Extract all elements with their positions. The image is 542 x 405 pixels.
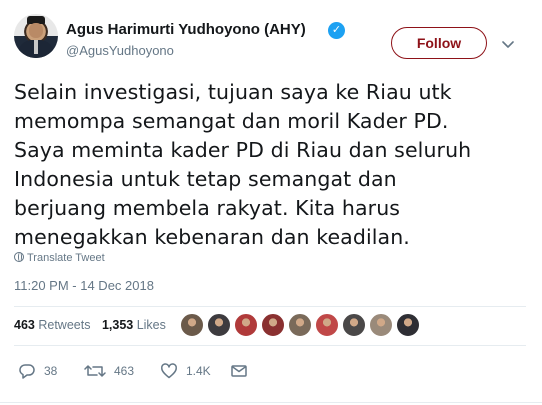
retweet-count: 463 bbox=[114, 363, 135, 378]
globe-icon bbox=[14, 252, 24, 262]
retweet-button[interactable]: 463 bbox=[84, 360, 134, 380]
reply-button[interactable]: 38 bbox=[18, 360, 57, 380]
like-count: 1.4K bbox=[186, 363, 211, 378]
reply-count: 38 bbox=[44, 363, 58, 378]
direct-message-button[interactable] bbox=[230, 360, 248, 380]
reply-icon bbox=[19, 364, 35, 379]
user-name[interactable]: Agus Harimurti Yudhoyono (AHY) bbox=[66, 21, 306, 38]
likes-count: 1,353 bbox=[101, 318, 134, 332]
translate-label: Translate Tweet bbox=[27, 252, 105, 264]
avatar[interactable] bbox=[14, 14, 58, 58]
liker-avatar[interactable] bbox=[369, 313, 393, 337]
divider bbox=[0, 402, 542, 403]
tweet-stats: 463 Retweets 1,353 Likes bbox=[14, 318, 166, 332]
liker-avatar[interactable] bbox=[288, 313, 312, 337]
retweets-count: 463 bbox=[14, 318, 35, 332]
tweet-text-line: berjuang membela rakyat. Kita harus bbox=[14, 196, 401, 220]
likes-label: Likes bbox=[136, 318, 166, 332]
tweet-card: Agus Harimurti Yudhoyono (AHY) ✓ @AgusYu… bbox=[0, 0, 542, 405]
timestamp[interactable]: 11:20 PM - 14 Dec 2018 bbox=[14, 278, 154, 293]
liker-avatar[interactable] bbox=[207, 313, 231, 337]
liker-avatar[interactable] bbox=[261, 313, 285, 337]
tweet-text-line: Saya meminta kader PD di Riau dan seluru… bbox=[14, 138, 472, 162]
tweet-text-line: menegakkan kebenaran dan keadilan. bbox=[14, 225, 410, 249]
like-button[interactable]: 1.4K bbox=[160, 360, 211, 380]
verified-badge-icon: ✓ bbox=[328, 22, 345, 39]
liker-avatar[interactable] bbox=[315, 313, 339, 337]
tweet-text-line: Indonesia untuk tetap semangat dan bbox=[14, 167, 397, 191]
user-handle[interactable]: @AgusYudhoyono bbox=[66, 43, 174, 58]
liker-avatar[interactable] bbox=[180, 313, 204, 337]
liker-avatar[interactable] bbox=[234, 313, 258, 337]
tweet-text-line: Selain investigasi, tujuan saya ke Riau … bbox=[14, 80, 452, 104]
retweets-stat[interactable]: 463 Retweets bbox=[14, 318, 90, 332]
retweet-icon bbox=[84, 365, 106, 377]
tweet-text: Selain investigasi, tujuan saya ke Riau … bbox=[14, 78, 534, 252]
tweet-text-line: memompa semangat dan moril Kader PD. bbox=[14, 109, 449, 133]
liker-avatar[interactable] bbox=[342, 313, 366, 337]
chevron-down-icon[interactable] bbox=[500, 36, 516, 52]
divider bbox=[14, 306, 526, 307]
envelope-icon bbox=[231, 365, 247, 377]
likes-stat[interactable]: 1,353 Likes bbox=[102, 318, 166, 332]
retweets-label: Retweets bbox=[38, 318, 91, 332]
tweet-actions: 38 463 1.4K bbox=[14, 360, 534, 380]
translate-tweet-link[interactable]: Translate Tweet bbox=[14, 252, 105, 264]
follow-button[interactable]: Follow bbox=[391, 27, 487, 59]
liker-avatar[interactable] bbox=[396, 313, 420, 337]
divider bbox=[14, 345, 526, 346]
heart-icon bbox=[161, 363, 177, 379]
